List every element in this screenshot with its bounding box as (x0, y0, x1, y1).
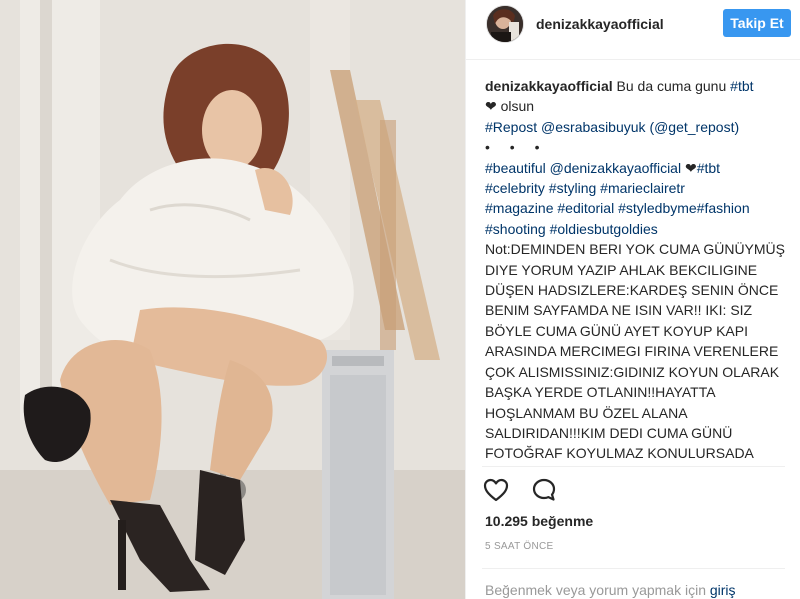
mention-link[interactable]: (@get_repost) (649, 119, 739, 135)
caption-tags-line-1: #beautiful @denizakkayaofficial ❤#tbt (485, 158, 785, 178)
post-actions (482, 476, 558, 506)
caption-note: Not:DEMINDEN BERI YOK CUMA GÜNÜYMÜŞ DIYE… (485, 241, 785, 462)
photo-illustration (0, 0, 465, 599)
instagram-post: denizakkayaofficial Takip Et denizakkaya… (0, 0, 800, 599)
comment-icon[interactable] (530, 476, 558, 504)
post-caption: denizakkayaofficial Bu da cuma gunu #tbt… (485, 76, 785, 462)
divider (482, 568, 785, 569)
caption-tags-line-4[interactable]: #shooting #oldiesbutgoldies (485, 219, 785, 239)
mention-link[interactable]: @esrabasibuyuk (541, 119, 646, 135)
login-link[interactable]: giriş (710, 582, 736, 598)
login-prompt: Beğenmek veya yorum yapmak için giriş (485, 582, 736, 598)
post-header: denizakkayaofficial Takip Et (466, 0, 800, 60)
header-username[interactable]: denizakkayaofficial (536, 16, 664, 32)
hashtag-links[interactable]: #beautiful @denizakkayaofficial (485, 160, 681, 176)
avatar-image (487, 6, 523, 42)
hashtag-link[interactable]: #Repost (485, 119, 537, 135)
caption-line-2: ❤ olsun (485, 98, 535, 115)
caption-tags-line-2[interactable]: #celebrity #styling #marieclairetr (485, 178, 785, 198)
post-photo[interactable] (0, 0, 465, 599)
login-prompt-text: Beğenmek veya yorum yapmak için (485, 582, 710, 598)
heart-emoji: ❤ (681, 159, 697, 176)
caption-line-1: denizakkayaofficial Bu da cuma gunu #tbt (485, 76, 785, 96)
caption-dots: • • • (485, 139, 548, 156)
hashtag-link[interactable]: #tbt (697, 160, 720, 176)
avatar[interactable] (486, 5, 524, 43)
hashtag-link[interactable]: #tbt (730, 78, 753, 94)
caption-text: Bu da cuma gunu (612, 78, 731, 94)
follow-button[interactable]: Takip Et (723, 9, 791, 37)
caption-username[interactable]: denizakkayaofficial (485, 78, 613, 94)
divider (482, 466, 785, 467)
caption-tags-line-3[interactable]: #magazine #editorial #styledbyme#fashion (485, 198, 785, 218)
caption-repost-line: #Repost @esrabasibuyuk (@get_repost) (485, 117, 785, 137)
like-count[interactable]: 10.295 beğenme (485, 513, 593, 529)
post-timestamp[interactable]: 5 SAAT ÖNCE (485, 541, 554, 552)
post-sidebar: denizakkayaofficial Takip Et denizakkaya… (465, 0, 800, 599)
heart-icon[interactable] (482, 476, 510, 504)
